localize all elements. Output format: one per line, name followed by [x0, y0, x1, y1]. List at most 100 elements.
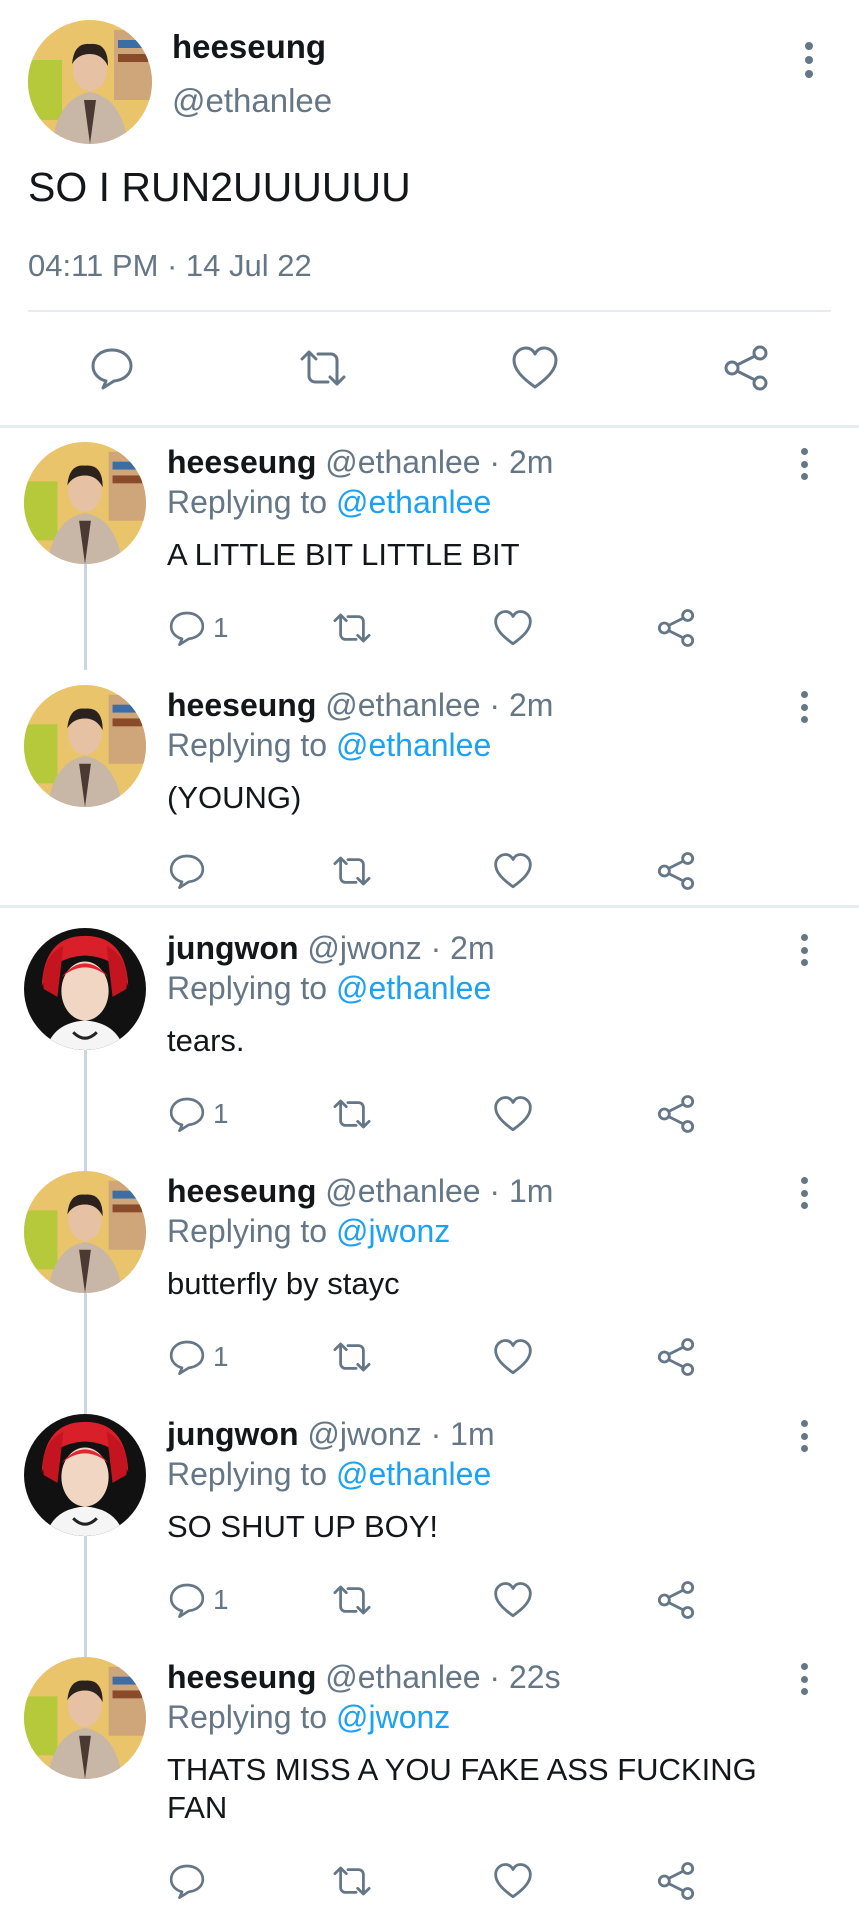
- retweet-icon[interactable]: [295, 340, 351, 396]
- reply-button[interactable]: 1: [167, 1576, 229, 1624]
- like-icon[interactable]: [493, 1857, 533, 1905]
- thread-line: [84, 1645, 87, 1657]
- replying-prefix: Replying to: [167, 970, 328, 1006]
- author-meta: @jwonz · 1m: [307, 1416, 495, 1452]
- like-icon[interactable]: [493, 1090, 533, 1138]
- reply-text: (YOUNG): [167, 780, 302, 815]
- reply-tweet[interactable]: jungwon @jwonz · 1m Replying to @ethanle…: [0, 1402, 859, 1645]
- reply-header: heeseung @ethanlee · 22s: [167, 1659, 561, 1696]
- author-name[interactable]: heeseung: [172, 28, 326, 66]
- share-icon[interactable]: [656, 1333, 696, 1381]
- reply-text: A LITTLE BIT LITTLE BIT: [167, 537, 520, 572]
- mention-link[interactable]: @ethanlee: [336, 1456, 491, 1492]
- share-icon[interactable]: [656, 1576, 696, 1624]
- reply-count: 1: [213, 1584, 229, 1615]
- section-divider: [0, 905, 859, 908]
- mention-link[interactable]: @ethanlee: [336, 970, 491, 1006]
- author-name[interactable]: jungwon: [167, 930, 299, 966]
- more-options-icon[interactable]: [790, 934, 818, 966]
- reply-icon: [167, 1580, 207, 1620]
- more-options-icon[interactable]: [790, 448, 818, 480]
- more-options-icon[interactable]: [795, 42, 823, 78]
- reply-tweet[interactable]: heeseung @ethanlee · 22s Replying to @jw…: [0, 1645, 859, 1920]
- author-name[interactable]: heeseung: [167, 1173, 316, 1209]
- replying-prefix: Replying to: [167, 1699, 328, 1735]
- reply-button[interactable]: 1: [167, 1090, 229, 1138]
- divider: [28, 310, 831, 312]
- share-icon[interactable]: [718, 340, 774, 396]
- reply-icon[interactable]: [84, 340, 140, 396]
- reply-button[interactable]: 1: [167, 1333, 229, 1381]
- like-icon[interactable]: [493, 847, 533, 895]
- share-icon[interactable]: [656, 1857, 696, 1905]
- reply-text: THATS MISS A YOU FAKE ASS FUCKING FAN: [167, 1752, 757, 1825]
- retweet-icon[interactable]: [330, 1857, 374, 1905]
- more-options-icon[interactable]: [790, 1177, 818, 1209]
- author-name[interactable]: heeseung: [167, 444, 316, 480]
- mention-link[interactable]: @ethanlee: [336, 484, 491, 520]
- retweet-icon[interactable]: [330, 1333, 374, 1381]
- reply-tweet[interactable]: heeseung @ethanlee · 1m Replying to @jwo…: [0, 1159, 859, 1402]
- reply-header: heeseung @ethanlee · 1m: [167, 1173, 553, 1210]
- retweet-icon[interactable]: [330, 604, 374, 652]
- replying-to: Replying to @ethanlee: [167, 970, 491, 1007]
- reply-icon: [167, 608, 207, 648]
- tweet-text: SO I RUN2UUUUUU: [28, 164, 411, 210]
- like-icon[interactable]: [493, 1576, 533, 1624]
- reply-tweet[interactable]: heeseung @ethanlee · 2m Replying to @eth…: [0, 673, 859, 903]
- more-options-icon[interactable]: [790, 1420, 818, 1452]
- reply-header: jungwon @jwonz · 2m: [167, 930, 495, 967]
- reply-header: heeseung @ethanlee · 2m: [167, 687, 553, 724]
- retweet-icon[interactable]: [330, 1576, 374, 1624]
- main-tweet-actions: [0, 340, 859, 396]
- more-options-icon[interactable]: [790, 691, 818, 723]
- retweet-icon[interactable]: [330, 1090, 374, 1138]
- share-icon[interactable]: [656, 604, 696, 652]
- mention-link[interactable]: @ethanlee: [336, 727, 491, 763]
- avatar[interactable]: [24, 1657, 146, 1779]
- retweet-icon[interactable]: [330, 847, 374, 895]
- author-meta: @jwonz · 2m: [307, 930, 495, 966]
- mention-link[interactable]: @jwonz: [336, 1699, 450, 1735]
- reply-tweet[interactable]: jungwon @jwonz · 2m Replying to @ethanle…: [0, 916, 859, 1159]
- reply-icon: [167, 1861, 207, 1901]
- author-handle[interactable]: @ethanlee: [172, 82, 332, 120]
- reply-button[interactable]: [167, 1857, 213, 1905]
- author-name[interactable]: jungwon: [167, 1416, 299, 1452]
- like-icon[interactable]: [493, 604, 533, 652]
- author-meta: @ethanlee · 1m: [325, 1173, 554, 1209]
- reply-actions: [0, 1857, 859, 1905]
- avatar[interactable]: [24, 1414, 146, 1536]
- replying-to: Replying to @ethanlee: [167, 1456, 491, 1493]
- avatar[interactable]: [24, 685, 146, 807]
- share-icon[interactable]: [656, 1090, 696, 1138]
- reply-count: 1: [213, 1341, 229, 1372]
- replying-prefix: Replying to: [167, 1456, 328, 1492]
- reply-header: heeseung @ethanlee · 2m: [167, 444, 553, 481]
- reply-text: tears.: [167, 1023, 245, 1058]
- author-name[interactable]: heeseung: [167, 687, 316, 723]
- like-icon[interactable]: [507, 340, 563, 396]
- avatar[interactable]: [24, 928, 146, 1050]
- reply-tweet[interactable]: heeseung @ethanlee · 2m Replying to @eth…: [0, 430, 859, 670]
- thread-line: [84, 1402, 87, 1414]
- share-icon[interactable]: [656, 847, 696, 895]
- avatar[interactable]: [28, 20, 152, 144]
- author-meta: @ethanlee · 22s: [325, 1659, 561, 1695]
- avatar[interactable]: [24, 1171, 146, 1293]
- reply-button[interactable]: [167, 847, 213, 895]
- reply-actions: 1: [0, 604, 859, 652]
- reply-actions: 1: [0, 1576, 859, 1624]
- reply-actions: [0, 847, 859, 895]
- reply-actions: 1: [0, 1333, 859, 1381]
- reply-text: SO SHUT UP BOY!: [167, 1509, 439, 1544]
- reply-count: 1: [213, 1098, 229, 1129]
- reply-button[interactable]: 1: [167, 604, 229, 652]
- mention-link[interactable]: @jwonz: [336, 1213, 450, 1249]
- more-options-icon[interactable]: [790, 1663, 818, 1695]
- avatar[interactable]: [24, 442, 146, 564]
- tweet-timestamp: 04:11 PM · 14 Jul 22: [28, 248, 312, 283]
- like-icon[interactable]: [493, 1333, 533, 1381]
- author-name[interactable]: heeseung: [167, 1659, 316, 1695]
- thread-line: [84, 1159, 87, 1171]
